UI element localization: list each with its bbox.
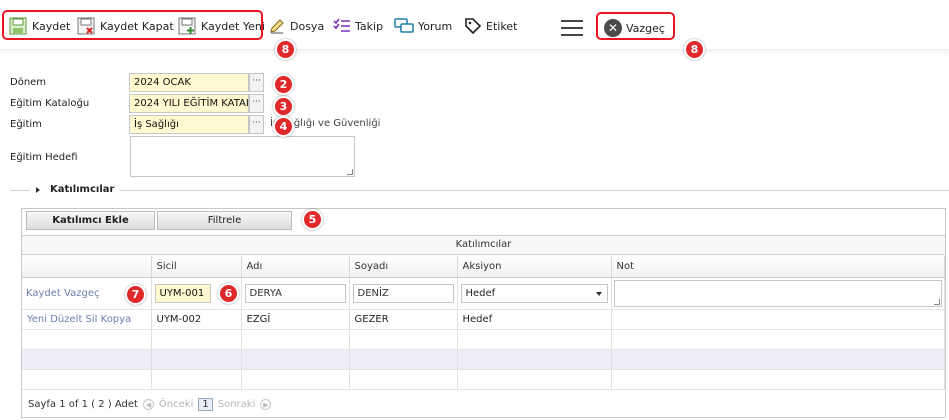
filter-button[interactable]: Filtrele (157, 211, 292, 230)
training-lookup-button[interactable]: ··· (249, 115, 264, 134)
checklist-icon (333, 18, 350, 32)
surname-cell: GEZER (349, 309, 458, 330)
goal-label: Eğitim Hedefi (10, 152, 78, 163)
file-label: Dosya (290, 19, 325, 33)
table-row-editing: Kaydet Vazgeç UYM-001 DERYA DENİZ Hedef (22, 277, 945, 310)
tag-label: Etiket (486, 19, 518, 33)
name-cell: EZGİ (241, 309, 350, 330)
action-cell: Hedef (457, 277, 612, 310)
next-arrow-icon[interactable]: ▶ (260, 399, 272, 410)
annotation-badge: 4 (273, 116, 294, 137)
prev-arrow-icon[interactable]: ◀ (142, 399, 154, 410)
period-lookup-button[interactable]: ··· (249, 73, 264, 92)
empty-row (22, 349, 945, 370)
save-cancel-links[interactable]: Kaydet Vazgeç (26, 288, 99, 299)
action-select[interactable]: Hedef (460, 283, 608, 303)
menu-icon[interactable] (561, 20, 583, 36)
table-row: Yeni Düzelt Sil Kopya UYM-002 EZGİ GEZER… (22, 309, 945, 330)
col-action[interactable]: Aksiyon (457, 256, 612, 278)
highlight-cancel (596, 12, 675, 40)
prev-page-link[interactable]: Önceki (159, 399, 193, 410)
participants-grid: Sicil Adı Soyadı Aksiyon Not Kaydet Vazg… (22, 256, 945, 390)
expand-triangle-icon (36, 186, 40, 193)
tag-icon (465, 18, 482, 35)
pager-summary: Sayfa 1 of 1 ( 2 ) Adet (28, 399, 138, 410)
comment-button[interactable]: Yorum (394, 14, 452, 38)
period-field[interactable]: 2024 OCAK (129, 73, 249, 92)
empty-row (22, 329, 945, 350)
track-label: Takip (355, 19, 384, 33)
section-header[interactable]: Katılımcılar (30, 184, 121, 195)
row-action-links[interactable]: Yeni Düzelt Sil Kopya (27, 314, 131, 325)
goal-textarea[interactable] (130, 136, 355, 177)
next-page-link[interactable]: Sonraki (218, 399, 256, 410)
track-button[interactable]: Takip (333, 14, 383, 38)
annotation-badge: 3 (273, 96, 294, 117)
row-actions: Yeni Düzelt Sil Kopya (22, 309, 152, 330)
col-note[interactable]: Not (611, 256, 945, 278)
annotation-badge: 2 (273, 74, 294, 95)
grid-header-row: Sicil Adı Soyadı Aksiyon Not (22, 256, 945, 278)
file-pencil-icon (270, 19, 284, 34)
col-sicil[interactable]: Sicil (151, 256, 242, 278)
period-label: Dönem (10, 77, 47, 88)
sicil-input[interactable]: UYM-001 (154, 283, 211, 303)
surname-cell: DENİZ (349, 277, 458, 310)
catalog-lookup-button[interactable]: ··· (249, 94, 264, 113)
pager: Sayfa 1 of 1 ( 2 ) Adet ◀ Önceki 1 Sonra… (28, 398, 272, 411)
comment-icon (394, 18, 414, 33)
note-cell (611, 309, 945, 330)
section-divider (10, 190, 949, 191)
comment-label: Yorum (418, 19, 453, 33)
training-field[interactable]: İş Sağlığı (129, 115, 249, 134)
surname-input[interactable]: DENİZ (352, 283, 454, 303)
note-cell (611, 277, 945, 310)
annotation-badge: 8 (684, 39, 705, 60)
col-name[interactable]: Adı (241, 256, 350, 278)
note-textarea[interactable] (613, 279, 942, 307)
training-label: Eğitim (10, 119, 42, 130)
tag-button[interactable]: Etiket (464, 14, 517, 38)
dropdown-arrow-icon (595, 291, 602, 296)
annotation-badge: 8 (275, 39, 296, 60)
annotation-badge: 6 (218, 283, 239, 304)
annotation-badge: 7 (125, 284, 146, 305)
name-input[interactable]: DERYA (244, 283, 346, 303)
action-cell: Hedef (457, 309, 612, 330)
section-title: Katılımcılar (50, 184, 115, 195)
current-page[interactable]: 1 (198, 398, 213, 411)
sicil-cell: UYM-002 (151, 309, 242, 330)
annotation-badge: 5 (302, 209, 323, 230)
file-button[interactable]: Dosya (268, 14, 324, 38)
catalog-label: Eğitim Kataloğu (10, 98, 90, 109)
highlight-save-group (2, 10, 263, 40)
catalog-field[interactable]: 2024 YILI EĞİTİM KATALOĞU (129, 94, 249, 113)
action-select-value: Hedef (465, 287, 496, 299)
col-surname[interactable]: Soyadı (349, 256, 458, 278)
col-actions (22, 256, 152, 278)
add-participant-button[interactable]: Katılımcı Ekle (26, 211, 155, 230)
name-cell: DERYA (241, 277, 350, 310)
empty-row (22, 369, 945, 390)
grid-title: Katılımcılar (22, 235, 945, 255)
